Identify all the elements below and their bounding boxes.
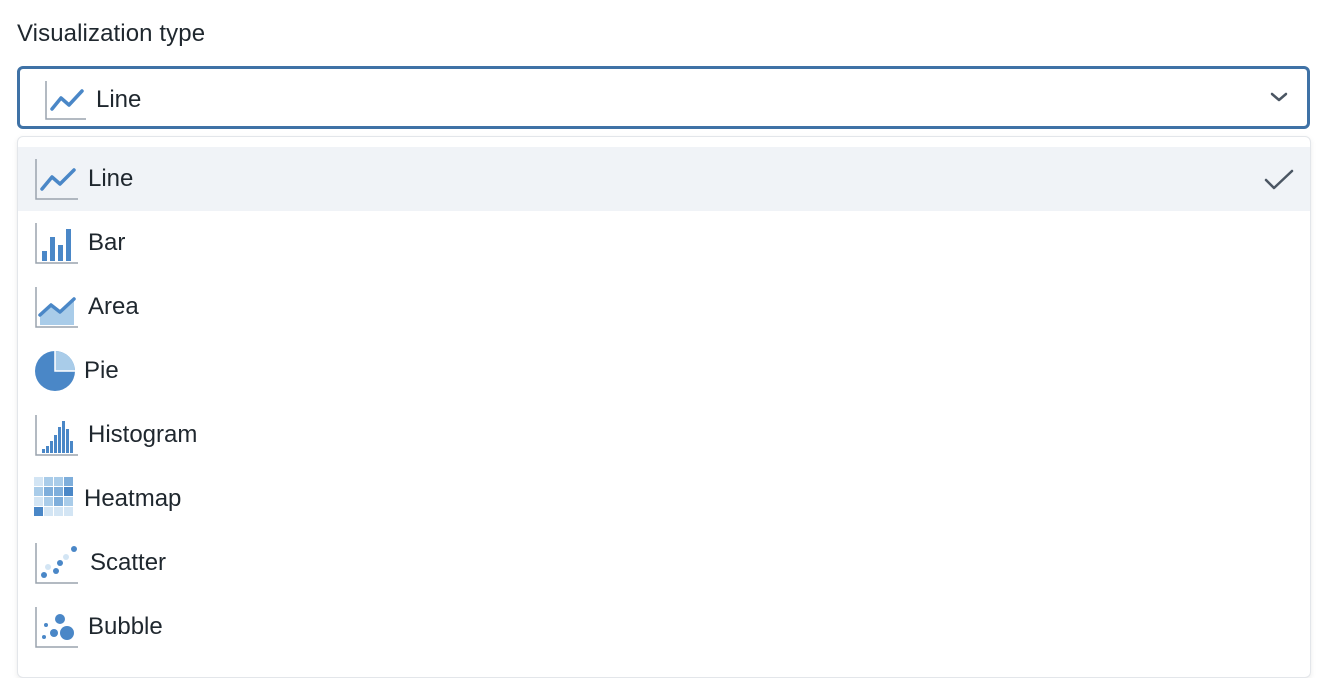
option-area[interactable]: Area (18, 275, 1310, 339)
option-bubble[interactable]: Bubble (18, 595, 1310, 659)
option-pie[interactable]: Pie (18, 339, 1310, 403)
option-label: Scatter (90, 549, 167, 576)
option-label: Histogram (88, 421, 198, 448)
option-label: Pie (84, 357, 119, 384)
bubble-chart-icon (35, 607, 78, 648)
visualization-type-select[interactable]: Line (17, 66, 1310, 129)
option-bar[interactable]: Bar (18, 211, 1310, 275)
selected-value: Line (96, 86, 142, 113)
option-label: Area (88, 293, 139, 320)
heatmap-chart-icon (34, 477, 73, 516)
pie-chart-icon (35, 351, 75, 391)
option-heatmap[interactable]: Heatmap (18, 467, 1310, 531)
option-label: Heatmap (84, 485, 182, 512)
checkmark-icon (1264, 169, 1294, 190)
line-chart-icon (45, 81, 86, 120)
option-line[interactable]: Line (18, 147, 1310, 211)
option-scatter[interactable]: Scatter (18, 531, 1310, 595)
option-label: Bar (88, 229, 126, 256)
visualization-type-dropdown: Line Bar Area Pie Histogram Heatmap Scat… (17, 136, 1311, 678)
field-label: Visualization type (17, 20, 206, 47)
option-label: Bubble (88, 613, 163, 640)
scatter-chart-icon (35, 543, 78, 584)
line-chart-icon (35, 159, 78, 200)
histogram-chart-icon (35, 415, 78, 456)
area-chart-icon (35, 287, 78, 328)
chevron-down-icon[interactable] (1269, 89, 1289, 105)
option-histogram[interactable]: Histogram (18, 403, 1310, 467)
bar-chart-icon (35, 223, 78, 264)
option-label: Line (88, 165, 134, 192)
